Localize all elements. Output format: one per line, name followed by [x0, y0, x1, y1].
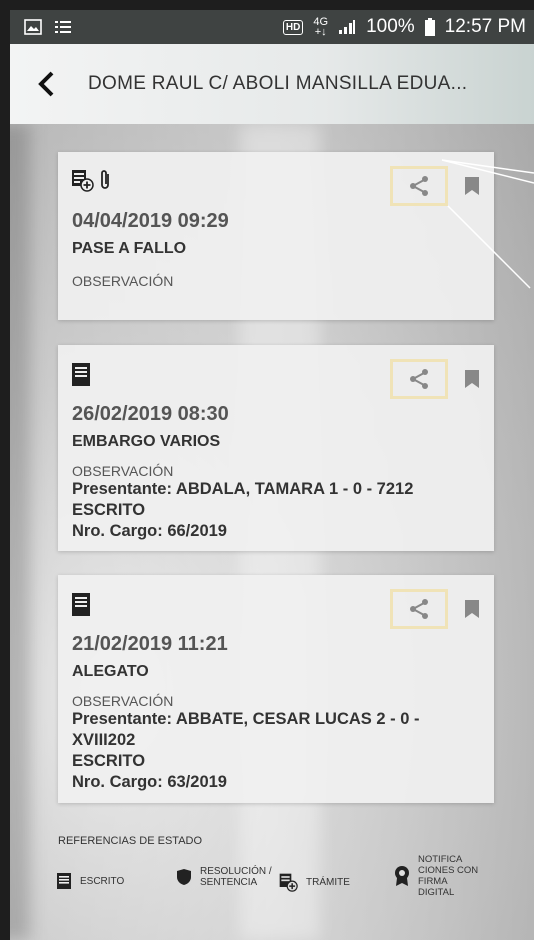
movement-date: 26/02/2019 08:30: [72, 403, 229, 425]
app-bar: DOME RAUL C/ ABOLI MANSILLA EDUA...: [10, 44, 534, 124]
hd-icon: HD: [282, 19, 304, 35]
bookmark-icon: [465, 370, 479, 388]
share-icon: [410, 599, 428, 619]
status-legend: ESCRITO RESOLUCIÓN / SENTENCIA TRÁMITE N…: [56, 854, 526, 914]
movement-detail: Presentante: ABBATE, CESAR LUCAS 2 - 0 -…: [72, 709, 482, 793]
movement-type: PASE A FALLO: [72, 240, 187, 257]
shield-icon: [177, 869, 191, 885]
legend-item: RESOLUCIÓN / SENTENCIA: [176, 866, 272, 888]
movement-date: 04/04/2019 09:29: [72, 210, 229, 232]
network-type: 4G +↓: [313, 16, 329, 38]
legend-label: TRÁMITE: [306, 876, 350, 888]
detail-line: Nro. Cargo: 66/2019: [72, 522, 227, 540]
legend-label: RESOLUCIÓN / SENTENCIA: [200, 866, 272, 888]
legend-item: NOTIFICA CIONES CON FIRMA DIGITAL: [394, 854, 478, 898]
content-area[interactable]: 04/04/2019 09:29 PASE A FALLO OBSERVACIÓ…: [10, 124, 534, 940]
chevron-left-icon: [38, 71, 54, 97]
award-icon: [395, 866, 409, 886]
background-shadow: [10, 124, 30, 940]
detail-line: Presentante: ABDALA, TAMARA 1 - 0 - 7212: [72, 480, 414, 498]
legend-item: TRÁMITE: [278, 872, 350, 892]
list-icon: [55, 21, 71, 33]
legend-item: ESCRITO: [56, 872, 124, 890]
movement-detail: Presentante: ABDALA, TAMARA 1 - 0 - 7212…: [72, 479, 482, 542]
battery-icon: [424, 18, 435, 36]
detail-line: XVIII202: [72, 731, 136, 749]
detail-line: Presentante: ABBATE, CESAR LUCAS 2 - 0 -: [72, 710, 420, 728]
share-icon: [410, 176, 428, 196]
detail-line: ESCRITO: [72, 752, 146, 770]
document-add-icon: [72, 170, 94, 192]
observation-label: OBSERVACIÓN: [72, 273, 174, 289]
legend-title: REFERENCIAS DE ESTADO: [58, 835, 203, 847]
observation-label: OBSERVACIÓN: [72, 693, 174, 709]
bookmark-icon: [465, 177, 479, 195]
share-button[interactable]: [390, 589, 448, 629]
movement-card[interactable]: 04/04/2019 09:29 PASE A FALLO OBSERVACIÓ…: [58, 152, 494, 320]
document-add-icon: [279, 873, 298, 892]
status-bar: HD 4G +↓ 100% 12:57 PM: [10, 10, 534, 44]
detail-line: Nro. Cargo: 63/2019: [72, 773, 227, 791]
signal-icon: [339, 20, 356, 34]
clock: 12:57 PM: [444, 16, 526, 37]
observation-label: OBSERVACIÓN: [72, 463, 174, 479]
movement-date: 21/02/2019 11:21: [72, 633, 228, 655]
bookmark-button[interactable]: [464, 369, 480, 394]
document-icon: [72, 363, 90, 386]
bookmark-button[interactable]: [464, 599, 480, 624]
back-button[interactable]: [26, 64, 66, 104]
bookmark-icon: [465, 600, 479, 618]
legend-label: NOTIFICA CIONES CON FIRMA DIGITAL: [418, 854, 479, 898]
detail-line: ESCRITO: [72, 501, 146, 519]
movement-card[interactable]: 26/02/2019 08:30 EMBARGO VARIOS OBSERVAC…: [58, 345, 494, 551]
document-icon: [72, 593, 90, 616]
movement-type: ALEGATO: [72, 663, 149, 680]
bookmark-button[interactable]: [464, 176, 480, 201]
attachment-icon[interactable]: [98, 168, 112, 192]
share-button[interactable]: [390, 166, 448, 206]
movement-type: EMBARGO VARIOS: [72, 433, 221, 450]
image-icon: [24, 19, 42, 35]
document-icon: [57, 873, 71, 889]
battery-percent: 100%: [366, 16, 415, 37]
movement-card[interactable]: 21/02/2019 11:21 ALEGATO OBSERVACIÓN Pre…: [58, 575, 494, 803]
share-icon: [410, 369, 428, 389]
share-button[interactable]: [390, 359, 448, 399]
legend-label: ESCRITO: [80, 875, 125, 887]
page-title: DOME RAUL C/ ABOLI MANSILLA EDUA...: [88, 73, 468, 94]
